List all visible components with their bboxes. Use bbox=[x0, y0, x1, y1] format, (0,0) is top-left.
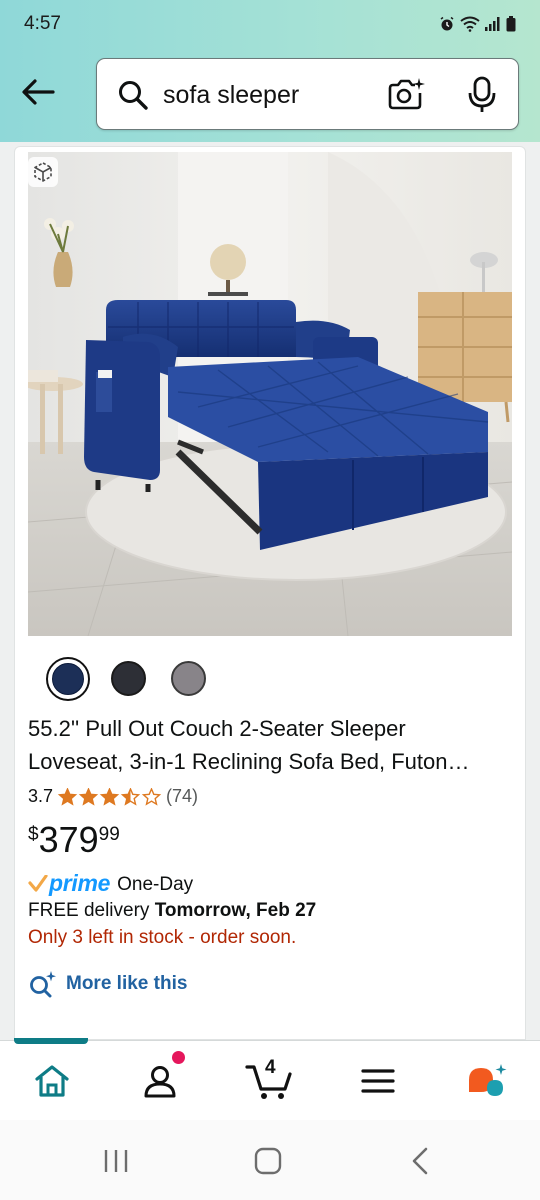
delivery-date: Tomorrow, Feb 27 bbox=[154, 900, 317, 921]
status-icons bbox=[439, 16, 516, 32]
search-bar[interactable] bbox=[96, 58, 519, 130]
price-whole: 379 bbox=[38, 819, 99, 860]
star-icon bbox=[57, 787, 78, 806]
nav-rufus-button[interactable] bbox=[462, 1056, 512, 1106]
rufus-assistant-icon bbox=[469, 1064, 507, 1096]
back-button[interactable] bbox=[16, 70, 60, 114]
nav-menu-button[interactable] bbox=[353, 1056, 403, 1106]
delivery-info: FREE delivery Tomorrow, Feb 27 bbox=[28, 900, 316, 922]
home-system-button[interactable] bbox=[248, 1144, 288, 1178]
back-system-button[interactable] bbox=[400, 1144, 440, 1178]
back-chevron-icon bbox=[412, 1147, 428, 1175]
product-title[interactable]: 55.2'' Pull Out Couch 2-Seater Sleeper L… bbox=[28, 712, 514, 778]
rating-value: 3.7 bbox=[28, 786, 54, 806]
status-bar: 4:57 bbox=[0, 0, 540, 48]
nav-active-indicator bbox=[14, 1038, 88, 1044]
prime-check-icon bbox=[28, 874, 48, 892]
account-notification-dot bbox=[172, 1051, 185, 1064]
star-icon bbox=[78, 787, 99, 806]
mic-icon[interactable] bbox=[467, 76, 497, 114]
product-image[interactable] bbox=[28, 152, 512, 636]
price-symbol: $ bbox=[28, 824, 39, 845]
status-time: 4:57 bbox=[24, 13, 61, 34]
view-in-room-icon[interactable] bbox=[28, 157, 58, 187]
star-icon bbox=[99, 787, 120, 806]
signal-icon bbox=[485, 17, 500, 31]
star-icon bbox=[120, 787, 141, 806]
home-square-icon bbox=[254, 1147, 282, 1175]
color-swatch-navy[interactable] bbox=[46, 657, 90, 701]
prime-speed: One-Day bbox=[117, 874, 194, 895]
back-arrow-icon bbox=[22, 79, 55, 105]
account-icon bbox=[144, 1066, 176, 1098]
menu-icon bbox=[361, 1069, 395, 1093]
alarm-icon bbox=[440, 16, 454, 31]
delivery-prefix: FREE delivery bbox=[28, 900, 155, 921]
recent-apps-icon bbox=[104, 1150, 128, 1172]
prime-badge: prime One-Day bbox=[28, 870, 193, 897]
search-icon[interactable] bbox=[117, 79, 149, 111]
battery-icon bbox=[506, 16, 516, 32]
search-input[interactable] bbox=[163, 75, 363, 115]
star-icon bbox=[141, 787, 162, 806]
camera-icon[interactable] bbox=[387, 77, 425, 111]
color-swatch-black[interactable] bbox=[111, 661, 146, 696]
cart-count: 4 bbox=[265, 1057, 276, 1078]
nav-home-button[interactable] bbox=[27, 1056, 77, 1106]
product-title-line-1[interactable]: 55.2'' Pull Out Couch 2-Seater Sleeper bbox=[28, 712, 514, 745]
visual-search-icon bbox=[30, 971, 56, 998]
rating-row[interactable]: 3.7 (74) bbox=[28, 786, 198, 807]
price-fraction: 99 bbox=[98, 824, 120, 845]
more-like-this-label: More like this bbox=[66, 973, 188, 994]
rating-count[interactable]: (74) bbox=[166, 786, 198, 807]
color-swatch-gray[interactable] bbox=[171, 661, 206, 696]
product-title-line-2[interactable]: Loveseat, 3-in-1 Reclining Sofa Bed, Fut… bbox=[28, 745, 514, 778]
more-like-this-button[interactable]: More like this bbox=[28, 970, 187, 998]
wifi-icon bbox=[460, 16, 480, 32]
recent-apps-button[interactable] bbox=[96, 1144, 136, 1178]
rating-stars bbox=[57, 787, 162, 806]
prime-logo-text: prime bbox=[49, 870, 111, 896]
home-icon bbox=[35, 1065, 69, 1097]
stock-warning: Only 3 left in stock - order soon. bbox=[28, 927, 297, 948]
price: $ 379 99 bbox=[28, 818, 120, 862]
